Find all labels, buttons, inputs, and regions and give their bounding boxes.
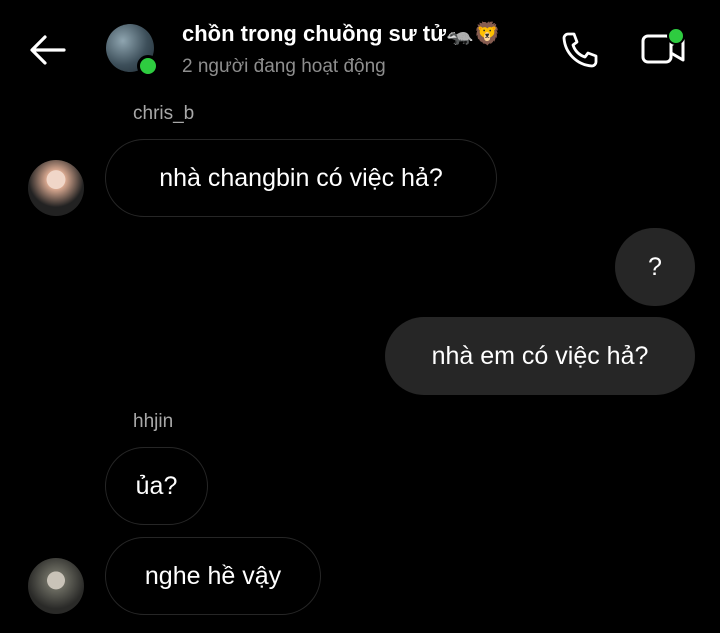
active-status: 2 người đang hoạt động xyxy=(182,56,386,77)
video-online-dot xyxy=(667,27,685,45)
outgoing-message-bubble[interactable]: ? xyxy=(615,228,695,306)
incoming-message-bubble[interactable]: nghe hề vậy xyxy=(105,537,321,615)
phone-icon[interactable] xyxy=(558,28,602,72)
sender-name: hhjin xyxy=(133,411,174,432)
avatar[interactable] xyxy=(28,558,84,614)
avatar[interactable] xyxy=(28,160,84,216)
online-status-dot xyxy=(137,55,159,77)
outgoing-message-bubble[interactable]: nhà em có việc hả? xyxy=(385,317,695,395)
back-arrow-icon[interactable] xyxy=(26,28,70,72)
sender-name: chris_b xyxy=(133,103,195,124)
chat-header: chồn trong chuồng sư tử🦡🦁 2 người đang h… xyxy=(0,0,720,100)
chat-title[interactable]: chồn trong chuồng sư tử🦡🦁 xyxy=(182,21,501,47)
incoming-message-bubble[interactable]: ủa? xyxy=(105,447,208,525)
incoming-message-bubble[interactable]: nhà changbin có việc hả? xyxy=(105,139,497,217)
